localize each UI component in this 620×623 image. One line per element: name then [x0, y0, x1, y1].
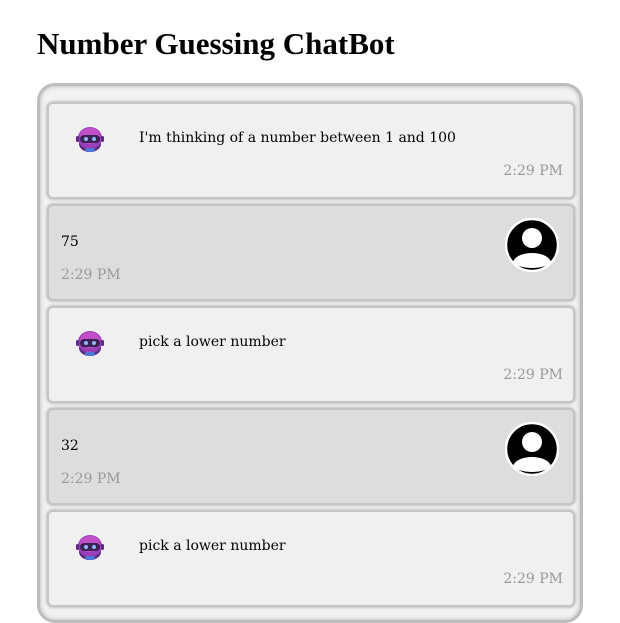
robot-icon	[75, 328, 105, 358]
message-text: pick a lower number	[139, 334, 286, 350]
page-title: Number Guessing ChatBot	[37, 26, 395, 61]
user-avatar-icon	[505, 422, 559, 476]
bot-message: I'm thinking of a number between 1 and 1…	[47, 102, 575, 199]
message-timestamp: 2:29 PM	[503, 163, 563, 179]
robot-icon	[75, 124, 105, 154]
user-message: 75 2:29 PM	[47, 204, 575, 301]
bot-message: pick a lower number 2:29 PM	[47, 510, 575, 607]
message-text: 32	[61, 438, 79, 454]
message-timestamp: 2:29 PM	[503, 367, 563, 383]
message-text: 75	[61, 234, 79, 250]
message-timestamp: 2:29 PM	[503, 571, 563, 587]
message-text: I'm thinking of a number between 1 and 1…	[139, 130, 456, 146]
message-text: pick a lower number	[139, 538, 286, 554]
robot-icon	[75, 532, 105, 562]
user-message: 32 2:29 PM	[47, 408, 575, 505]
bot-message: pick a lower number 2:29 PM	[47, 306, 575, 403]
chat-window[interactable]: I'm thinking of a number between 1 and 1…	[37, 83, 583, 623]
message-timestamp: 2:29 PM	[61, 267, 121, 283]
user-avatar-icon	[505, 218, 559, 272]
message-timestamp: 2:29 PM	[61, 471, 121, 487]
